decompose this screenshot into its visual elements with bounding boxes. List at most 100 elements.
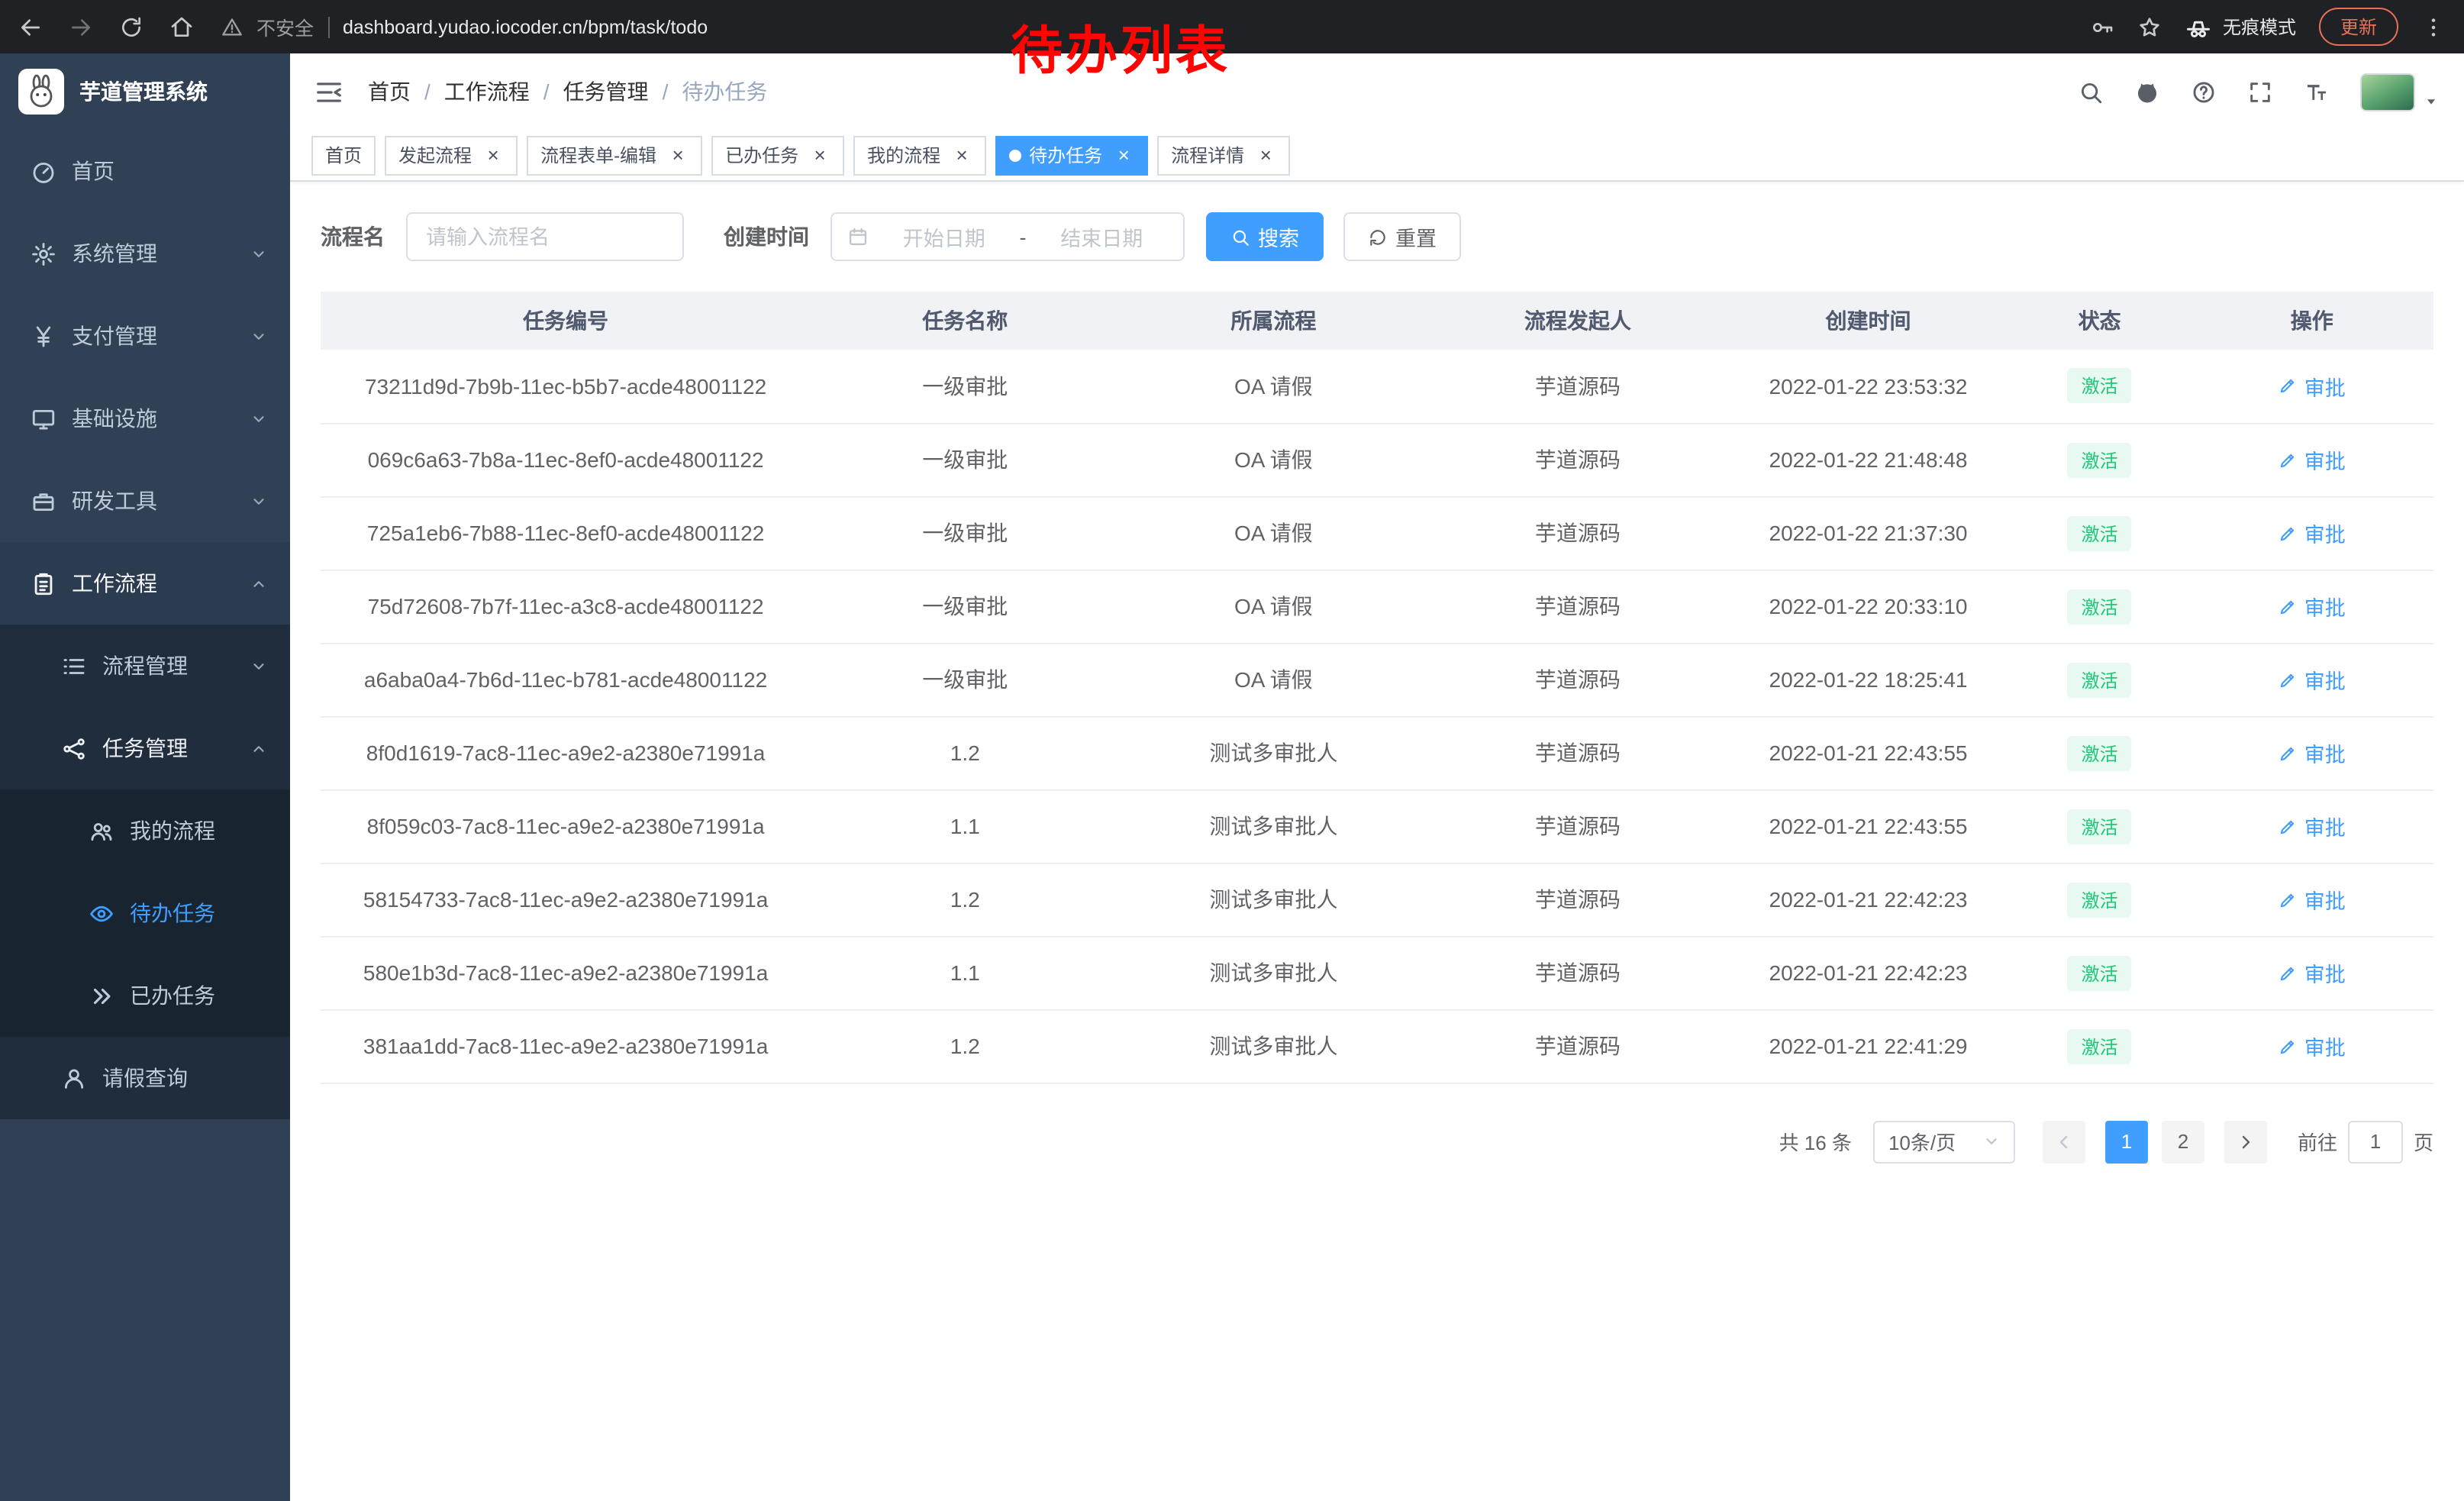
approve-button[interactable]: 审批 bbox=[2279, 444, 2346, 475]
breadcrumb-separator: / bbox=[543, 79, 550, 104]
sidebar-item-已办任务[interactable]: 已办任务 bbox=[0, 954, 290, 1037]
cell-task-name: 一级审批 bbox=[811, 643, 1119, 716]
table-row: 75d72608-7b7f-11ec-a3c8-acde48001122一级审批… bbox=[321, 570, 2433, 643]
search-icon[interactable] bbox=[2078, 79, 2104, 105]
reset-button[interactable]: 重置 bbox=[1343, 212, 1461, 261]
approve-button[interactable]: 审批 bbox=[2279, 591, 2346, 621]
sidebar-item-待办任务[interactable]: 待办任务 bbox=[0, 872, 290, 954]
font-size-icon[interactable] bbox=[2304, 79, 2330, 105]
tag-views: 首页发起流程×流程表单-编辑×已办任务×我的流程×待办任务×流程详情× bbox=[290, 130, 2464, 182]
back-icon[interactable] bbox=[18, 15, 43, 39]
cell-starter: 芋道源码 bbox=[1427, 1009, 1727, 1083]
breadcrumb-separator: / bbox=[424, 79, 431, 104]
page-size-select[interactable]: 10条/页 bbox=[1873, 1120, 2015, 1163]
user-menu[interactable] bbox=[2360, 73, 2440, 111]
tab-流程详情[interactable]: 流程详情× bbox=[1157, 135, 1290, 175]
home-icon[interactable] bbox=[169, 15, 194, 39]
pagination: 共 16 条 10条/页 12 前往 页 bbox=[321, 1120, 2433, 1163]
breadcrumb: 首页/工作流程/任务管理/待办任务 bbox=[368, 76, 767, 107]
cell-status: 激活 bbox=[2009, 643, 2191, 716]
process-name-input[interactable] bbox=[406, 212, 684, 261]
sidebar-item-流程管理[interactable]: 流程管理 bbox=[0, 625, 290, 707]
update-button[interactable]: 更新 bbox=[2319, 8, 2398, 46]
sidebar-item-工作流程[interactable]: 工作流程 bbox=[0, 542, 290, 625]
tab-已办任务[interactable]: 已办任务 × bbox=[711, 135, 844, 175]
sidebar-item-我的流程[interactable]: 我的流程 bbox=[0, 789, 290, 872]
sidebar-item-基础设施[interactable]: 基础设施 bbox=[0, 377, 290, 460]
tab-流程表单-编辑[interactable]: 流程表单-编辑× bbox=[527, 135, 702, 175]
forward-icon[interactable] bbox=[69, 15, 93, 39]
incognito-badge: 无痕模式 bbox=[2185, 13, 2296, 40]
search-button[interactable]: 搜索 bbox=[1206, 212, 1324, 261]
date-range-picker[interactable]: 开始日期 - 结束日期 bbox=[830, 212, 1185, 261]
approve-button[interactable]: 审批 bbox=[2279, 664, 2346, 695]
close-icon[interactable]: × bbox=[809, 144, 830, 166]
sidebar-item-任务管理[interactable]: 任务管理 bbox=[0, 707, 290, 789]
approve-button[interactable]: 审批 bbox=[2279, 371, 2346, 402]
cell-process: OA 请假 bbox=[1119, 423, 1427, 496]
next-page-button[interactable] bbox=[2224, 1120, 2267, 1163]
breadcrumb-item[interactable]: 任务管理 bbox=[563, 76, 649, 107]
breadcrumb-separator: / bbox=[663, 79, 669, 104]
page-button-2[interactable]: 2 bbox=[2162, 1120, 2204, 1163]
page-url: dashboard.yudao.iocoder.cn/bpm/task/todo bbox=[343, 16, 708, 37]
goto-page-input[interactable] bbox=[2348, 1120, 2403, 1163]
cell-action: 审批 bbox=[2191, 936, 2433, 1009]
approve-button[interactable]: 审批 bbox=[2279, 811, 2346, 841]
sidebar-item-支付管理[interactable]: 支付管理 bbox=[0, 295, 290, 377]
page-button-1[interactable]: 1 bbox=[2105, 1120, 2148, 1163]
close-icon[interactable]: × bbox=[951, 144, 972, 166]
close-icon[interactable]: × bbox=[1113, 144, 1134, 166]
incognito-icon bbox=[2185, 13, 2212, 40]
browser-menu-icon[interactable] bbox=[2421, 15, 2446, 39]
tab-待办任务[interactable]: 待办任务 × bbox=[995, 135, 1148, 175]
cell-status: 激活 bbox=[2009, 350, 2191, 423]
breadcrumb-item[interactable]: 首页 bbox=[368, 76, 411, 107]
github-icon[interactable] bbox=[2134, 79, 2160, 105]
tab-首页[interactable]: 首页 bbox=[311, 135, 376, 175]
sidebar-logo[interactable]: 芋道管理系统 bbox=[0, 53, 290, 130]
sidebar-item-研发工具[interactable]: 研发工具 bbox=[0, 460, 290, 542]
table-row: 725a1eb6-7b88-11ec-8ef0-acde48001122一级审批… bbox=[321, 496, 2433, 570]
prev-page-button[interactable] bbox=[2043, 1120, 2085, 1163]
cell-status: 激活 bbox=[2009, 789, 2191, 863]
approve-button[interactable]: 审批 bbox=[2279, 884, 2346, 915]
approve-button[interactable]: 审批 bbox=[2279, 957, 2346, 988]
close-icon[interactable]: × bbox=[1255, 144, 1276, 166]
approve-button[interactable]: 审批 bbox=[2279, 518, 2346, 548]
sidebar-item-请假查询[interactable]: 请假查询 bbox=[0, 1037, 290, 1119]
help-icon[interactable] bbox=[2191, 79, 2217, 105]
approve-button[interactable]: 审批 bbox=[2279, 738, 2346, 768]
approve-label: 审批 bbox=[2304, 884, 2346, 915]
breadcrumb-item[interactable]: 工作流程 bbox=[444, 76, 530, 107]
status-badge: 激活 bbox=[2068, 1028, 2132, 1064]
sidebar-collapse-icon[interactable] bbox=[314, 77, 343, 106]
tab-label: 已办任务 bbox=[725, 142, 798, 168]
dashboard-icon bbox=[31, 158, 56, 184]
tab-label: 待办任务 bbox=[1029, 142, 1102, 168]
tab-发起流程[interactable]: 发起流程× bbox=[385, 135, 518, 175]
close-icon[interactable]: × bbox=[482, 144, 504, 166]
status-badge: 激活 bbox=[2068, 882, 2132, 917]
logo-avatar bbox=[18, 69, 64, 115]
column-header: 任务名称 bbox=[811, 292, 1119, 350]
approve-label: 审批 bbox=[2304, 811, 2346, 841]
approve-button[interactable]: 审批 bbox=[2279, 1031, 2346, 1061]
reset-button-label: 重置 bbox=[1395, 221, 1437, 252]
status-badge: 激活 bbox=[2068, 662, 2132, 697]
cell-process: OA 请假 bbox=[1119, 570, 1427, 643]
cell-created-time: 2022-01-22 21:48:48 bbox=[1727, 423, 2008, 496]
sidebar-item-首页[interactable]: 首页 bbox=[0, 130, 290, 212]
sidebar-item-label: 任务管理 bbox=[102, 733, 250, 763]
status-badge: 激活 bbox=[2068, 442, 2132, 477]
cell-process: 测试多审批人 bbox=[1119, 936, 1427, 1009]
password-key-icon[interactable] bbox=[2090, 15, 2114, 39]
bookmark-star-icon[interactable] bbox=[2137, 15, 2162, 39]
fullscreen-icon[interactable] bbox=[2247, 79, 2273, 105]
tab-我的流程[interactable]: 我的流程× bbox=[853, 135, 986, 175]
close-icon[interactable]: × bbox=[667, 144, 689, 166]
column-header: 创建时间 bbox=[1727, 292, 2008, 350]
edit-icon bbox=[2279, 1036, 2298, 1056]
sidebar-item-系统管理[interactable]: 系统管理 bbox=[0, 212, 290, 295]
reload-icon[interactable] bbox=[119, 15, 144, 39]
